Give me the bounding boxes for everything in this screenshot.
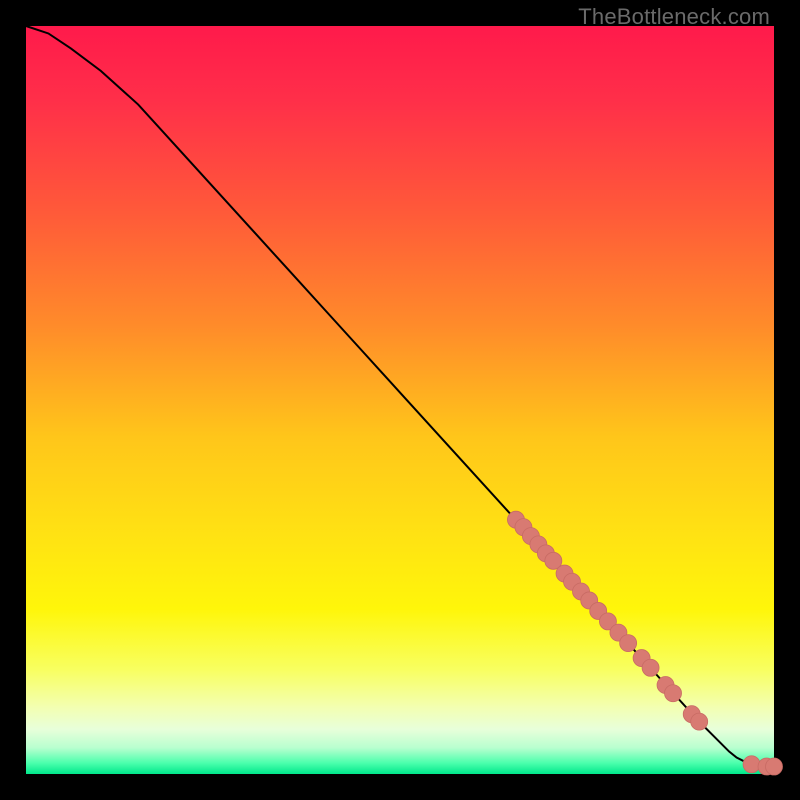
data-marker [642, 659, 659, 676]
chart-plot [26, 26, 774, 774]
watermark-text: TheBottleneck.com [578, 4, 770, 30]
gradient-background [26, 26, 774, 774]
data-marker [665, 685, 682, 702]
data-marker [620, 635, 637, 652]
chart-frame: TheBottleneck.com [0, 0, 800, 800]
data-marker [743, 756, 760, 773]
data-marker [766, 758, 783, 775]
data-marker [691, 713, 708, 730]
